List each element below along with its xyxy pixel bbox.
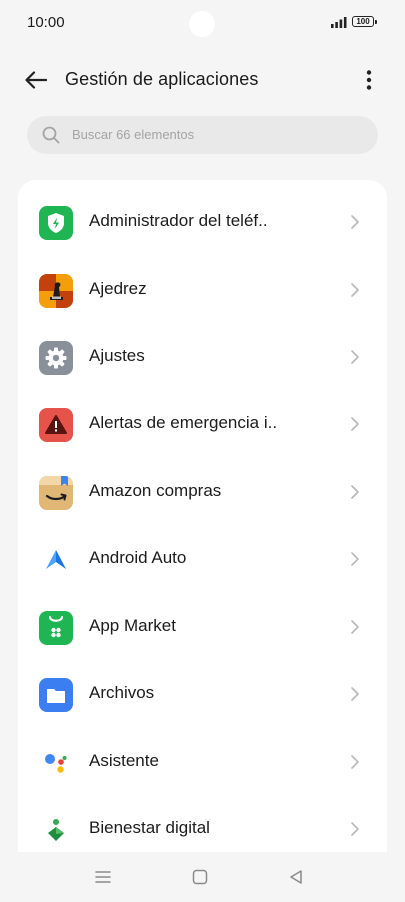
chevron-right-icon: [351, 552, 359, 566]
list-item-settings[interactable]: Ajustes: [18, 324, 387, 391]
camera-cutout: [189, 11, 215, 37]
recent-apps-button[interactable]: [92, 866, 114, 888]
chevron-right-icon: [351, 283, 359, 297]
shopping-bag-icon: [39, 611, 73, 645]
arrow-left-icon: [25, 71, 47, 89]
list-item-android-auto[interactable]: Android Auto: [18, 526, 387, 593]
battery-level: 100: [356, 17, 370, 26]
chevron-right-icon: [351, 822, 359, 836]
list-item-phone-manager[interactable]: Administrador del teléf..: [18, 189, 387, 256]
chevron-right-icon: [351, 687, 359, 701]
back-button[interactable]: [18, 62, 54, 98]
chess-icon: [39, 274, 73, 308]
list-item-label: Alertas de emergencia i..: [89, 413, 278, 432]
phone-manager-icon: [39, 206, 73, 240]
list-item-label: Administrador del teléf..: [89, 211, 268, 230]
status-time: 10:00: [27, 14, 65, 31]
list-item-label: Amazon compras: [89, 481, 222, 500]
chevron-right-icon: [351, 215, 359, 229]
chevron-right-icon: [351, 417, 359, 431]
folder-icon: [39, 678, 73, 712]
navigation-bar: [0, 852, 405, 902]
chevron-right-icon: [351, 755, 359, 769]
list-item-label: Ajustes: [89, 346, 145, 365]
list-item-label: Archivos: [89, 683, 155, 702]
list-item-chess[interactable]: Ajedrez: [18, 257, 387, 324]
list-item-assistant[interactable]: Asistente: [18, 729, 387, 796]
chevron-right-icon: [351, 485, 359, 499]
warning-icon: [39, 408, 73, 442]
chevron-right-icon: [351, 620, 359, 634]
signal-icon: [331, 17, 347, 28]
list-item-label: Android Auto: [89, 548, 187, 567]
list-item-app-market[interactable]: App Market: [18, 594, 387, 661]
search-input[interactable]: Buscar 66 elementos: [27, 116, 378, 154]
menu-icon: [95, 871, 111, 883]
more-vertical-icon: [366, 70, 372, 90]
nav-back-button[interactable]: [285, 866, 307, 888]
home-button[interactable]: [189, 866, 211, 888]
list-item-label: Bienestar digital: [89, 818, 210, 837]
google-assistant-icon: [39, 746, 73, 780]
amazon-icon: [39, 476, 73, 510]
list-item-amazon[interactable]: Amazon compras: [18, 459, 387, 526]
home-square-icon: [192, 869, 208, 885]
page-title: Gestión de aplicaciones: [65, 69, 259, 89]
search-icon: [42, 126, 60, 144]
digital-wellbeing-icon: [39, 813, 73, 847]
back-triangle-icon: [290, 870, 302, 884]
chevron-right-icon: [351, 350, 359, 364]
app-list: Administrador del teléf.. Ajedrez Ajuste…: [18, 180, 387, 860]
android-auto-icon: [39, 543, 73, 577]
search-placeholder: Buscar 66 elementos: [72, 127, 195, 142]
app-header: Gestión de aplicaciones: [0, 56, 405, 104]
list-item-files[interactable]: Archivos: [18, 661, 387, 728]
list-item-emergency-alerts[interactable]: Alertas de emergencia i..: [18, 391, 387, 458]
battery-icon: 100: [352, 16, 377, 27]
status-bar: 10:00 100: [0, 0, 405, 46]
list-item-label: App Market: [89, 616, 176, 635]
list-item-label: Ajedrez: [89, 279, 147, 298]
gear-icon: [39, 341, 73, 375]
more-options-button[interactable]: [354, 62, 384, 98]
list-item-label: Asistente: [89, 751, 159, 770]
list-item-digital-wellbeing[interactable]: Bienestar digital: [18, 796, 387, 860]
